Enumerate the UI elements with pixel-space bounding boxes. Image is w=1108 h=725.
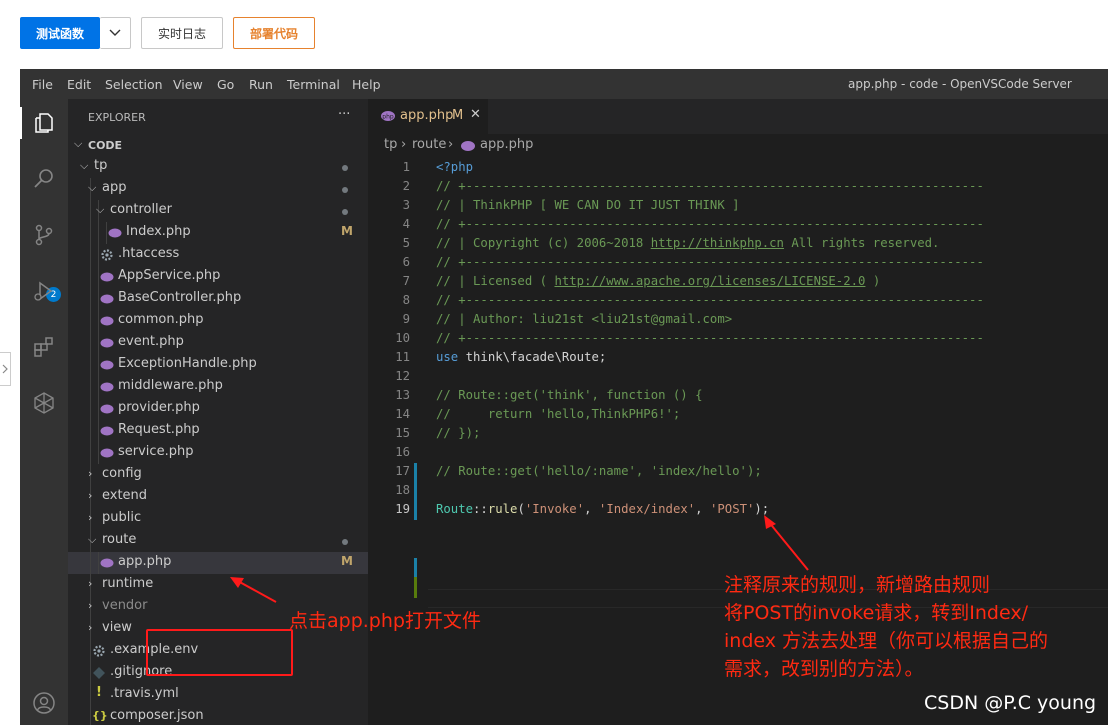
arrow-to-route-rule <box>767 520 809 571</box>
click-hint-annotation: 点击app.php打开文件 <box>289 610 481 632</box>
arrow-head <box>764 515 776 529</box>
note-line: 将POST的invoke请求，转到Index/ <box>724 602 1028 624</box>
note-line: 需求，改到别的方法）。 <box>724 658 924 680</box>
note-line: index 方法去处理（你可以根据自己的 <box>724 630 1049 652</box>
watermark: CSDN @P.C young <box>924 692 1097 714</box>
note-line: 注释原来的规则，新增路由规则 <box>724 574 991 596</box>
arrow-to-app-php <box>235 579 277 603</box>
screenshot-root: 测试函数 实时日志 部署代码 File Edit Selection View … <box>0 0 1108 725</box>
